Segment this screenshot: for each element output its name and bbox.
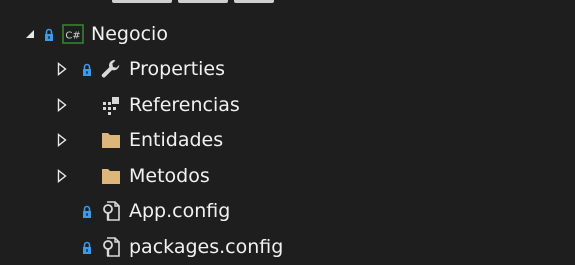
solution-explorer-tree: C# Negocio Properties Referencias Entida… [0,16,575,265]
tree-item-label: Referencias [129,93,240,116]
collapsed-arrow-icon[interactable] [56,97,68,112]
tree-row-entidades[interactable]: Entidades [0,123,575,159]
collapsed-arrow-icon[interactable] [56,62,68,77]
tree-row-app-config[interactable]: App.config [0,194,575,230]
tree-item-label: Metodos [129,164,210,187]
lock-icon [44,27,54,41]
tree-row-metodos[interactable]: Metodos [0,158,575,194]
folder-icon [100,165,122,187]
svg-text:C#: C# [65,30,80,41]
tree-item-label: App.config [129,200,231,223]
tree-row-referencias[interactable]: Referencias [0,87,575,123]
lock-icon [82,204,92,219]
project-name: Negocio [91,22,168,45]
csharp-project-icon: C# [62,23,84,45]
collapsed-arrow-icon[interactable] [56,133,68,148]
lock-icon [82,240,92,254]
wrench-icon [100,58,122,80]
clipped-row-above [0,0,575,5]
collapsed-arrow-icon[interactable] [56,168,68,183]
tree-item-label: Entidades [129,129,224,152]
config-file-icon [100,200,122,222]
tree-row-project[interactable]: C# Negocio [0,16,575,52]
tree-item-label: Properties [129,58,226,81]
references-icon [100,94,122,116]
expanded-arrow-icon[interactable] [24,27,36,41]
lock-icon [82,62,92,77]
tree-row-packages-config[interactable]: packages.config [0,229,575,265]
folder-icon [100,129,122,151]
tree-row-properties[interactable]: Properties [0,52,575,88]
tree-item-label: packages.config [129,235,284,258]
config-file-icon [100,236,122,258]
